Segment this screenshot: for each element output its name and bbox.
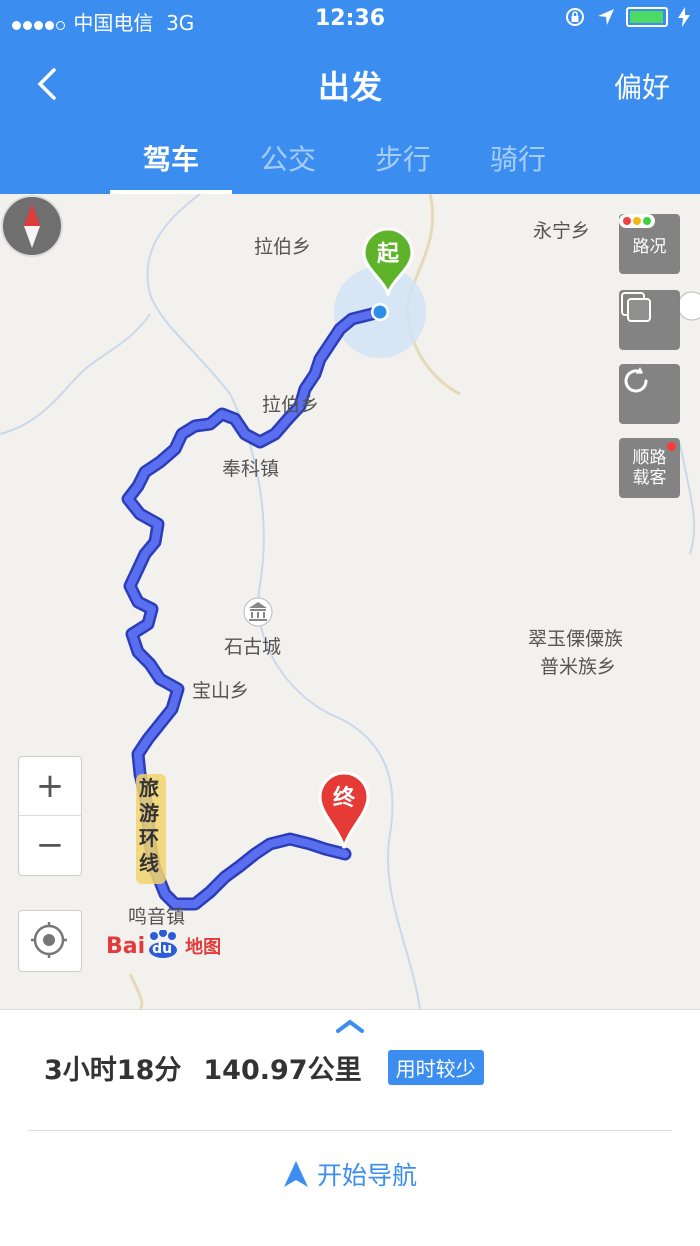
page-title: 出发 — [317, 68, 382, 106]
transport-tabs: 驾车 公交 步行 骑行 — [0, 130, 700, 194]
place-label-mingyin: 鸣音镇 — [128, 906, 186, 928]
route-summary[interactable]: 3小时18分 140.97公里 用时较少 — [44, 1048, 484, 1087]
status-bar: 中国电信 3G 12:36 — [0, 0, 700, 40]
route-panel: 3小时18分 140.97公里 用时较少 开始导航 — [0, 1009, 700, 1246]
compass-icon[interactable] — [0, 194, 64, 258]
refresh-icon — [624, 367, 648, 393]
start-marker[interactable]: 起 — [362, 228, 414, 296]
chevron-up-icon[interactable] — [335, 1018, 365, 1034]
layers-button[interactable] — [619, 290, 680, 350]
baidu-map-logo: Bai du 地图 — [106, 930, 222, 960]
rotation-lock-icon — [566, 8, 584, 26]
place-label-fengke: 奉科镇 — [222, 458, 280, 480]
traffic-button[interactable]: 路况 — [619, 214, 680, 274]
refresh-button[interactable] — [619, 364, 680, 424]
location-arrow-icon — [598, 9, 614, 25]
layers-icon — [621, 292, 651, 322]
place-label-yongning: 永宁乡 — [533, 220, 591, 242]
ride-share-label-2: 载客 — [632, 468, 667, 488]
place-label-labo: 拉伯乡 — [254, 236, 312, 258]
traffic-label: 路况 — [632, 236, 667, 257]
ride-share-button[interactable]: 顺路 载客 — [619, 438, 680, 498]
map-view[interactable]: 拉伯乡 永宁乡 拉伯乡 奉科镇 石古城 翠玉傈僳族 普米族乡 宝山乡 鸣音镇 旅… — [0, 194, 700, 1009]
ride-share-label-1: 顺路 — [632, 448, 667, 468]
header: 中国电信 3G 12:36 出发 偏好 驾车 公交 步行 骑行 — [0, 0, 700, 194]
locate-icon — [31, 922, 67, 958]
place-label-cuiyu-2: 普米族乡 — [540, 656, 617, 678]
zoom-control: + − — [18, 756, 82, 876]
logo-text: 地图 — [185, 937, 222, 958]
route-distance: 140.97公里 — [203, 1055, 362, 1086]
charging-icon — [678, 7, 690, 27]
place-label-labo-2: 拉伯乡 — [262, 394, 320, 416]
start-navigation-label: 开始导航 — [316, 1161, 417, 1190]
divider — [28, 1130, 672, 1131]
end-marker[interactable]: 终 — [318, 770, 370, 850]
start-navigation-button[interactable]: 开始导航 — [0, 1156, 700, 1192]
map-canvas — [0, 194, 700, 1009]
logo-bai: Bai — [106, 933, 146, 959]
zoom-out-button[interactable]: − — [19, 815, 81, 874]
logo-du: du — [152, 941, 173, 957]
place-label-baoshan: 宝山乡 — [192, 680, 250, 702]
locate-button[interactable] — [18, 910, 82, 972]
zoom-in-button[interactable]: + — [19, 757, 81, 815]
tab-transit[interactable]: 公交 — [233, 138, 343, 178]
road-label-tourism: 旅游环线 — [139, 776, 159, 875]
traffic-light-icon — [619, 214, 655, 228]
paw-icon: du — [145, 930, 185, 960]
end-marker-label: 终 — [332, 786, 355, 811]
tab-bike[interactable]: 骑行 — [463, 138, 573, 178]
tab-walk[interactable]: 步行 — [348, 138, 458, 178]
navigation-arrow-icon — [284, 1161, 309, 1187]
start-marker-label: 起 — [376, 242, 399, 267]
preference-button[interactable]: 偏好 — [614, 66, 670, 106]
route-tag: 用时较少 — [387, 1050, 484, 1085]
route-duration: 3小时18分 — [44, 1055, 182, 1086]
place-label-shigucheng: 石古城 — [224, 636, 282, 658]
battery-icon — [626, 7, 668, 27]
place-label-cuiyu: 翠玉傈僳族 — [528, 628, 624, 650]
tab-drive[interactable]: 驾车 — [110, 138, 232, 194]
notification-dot — [667, 442, 676, 451]
